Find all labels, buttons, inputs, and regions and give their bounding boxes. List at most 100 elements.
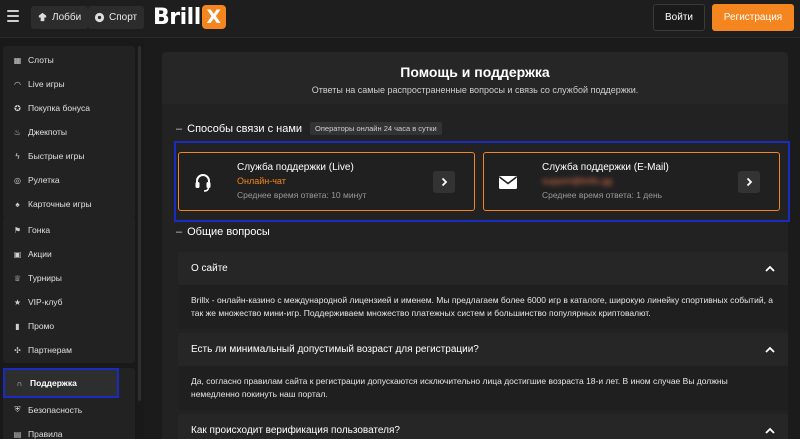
sidebar-item-label: Правила: [28, 429, 63, 439]
sidebar-scrollbar[interactable]: [138, 46, 141, 401]
email-support-address[interactable]: support@brillx.gg: [542, 176, 612, 186]
chevron-up-icon[interactable]: [764, 344, 776, 356]
faq-item: Есть ли минимальный допустимый возраст д…: [178, 333, 788, 410]
sidebar-item-label: Быстрые игры: [28, 151, 85, 161]
headset-icon: [195, 174, 211, 192]
trophy-icon: ♕: [13, 273, 22, 283]
sidebar-item-bonus-buy[interactable]: ✪ Покупка бонуса: [3, 96, 135, 120]
page-title: Помощь и поддержка: [400, 64, 550, 80]
sidebar-item-fast-games[interactable]: ϟ Быстрые игры: [3, 144, 135, 168]
flag-icon: ⚑: [13, 225, 22, 235]
sidebar-group-promo: ⚑ Гонка ▣ Акции ♕ Турниры ★ VIP-клуб ▮ Промо …: [3, 217, 135, 363]
lightning-icon: ϟ: [15, 151, 20, 161]
live-support-arrow[interactable]: [433, 171, 455, 193]
lobby-label: Лобби: [52, 12, 82, 23]
promo-icon: ▮: [15, 321, 20, 331]
sidebar-item-label: Поддержка: [30, 378, 77, 388]
faq-question-text: Как происходит верификация пользователя?: [191, 425, 400, 436]
sidebar-item-slots[interactable]: ▦ Слоты: [3, 48, 135, 72]
contact-section-title-text: Способы связи с нами: [187, 122, 303, 135]
mail-icon: [499, 176, 517, 189]
faq-item: Как происходит верификация пользователя?: [178, 414, 788, 439]
sidebar-item-label: Рулетка: [28, 175, 60, 185]
sidebar-item-security[interactable]: ⛨ Безопасность: [3, 398, 135, 422]
sport-label: Спорт: [109, 12, 138, 23]
sidebar-item-label: Турниры: [28, 273, 62, 283]
headphones-icon: ◠: [14, 79, 21, 89]
brillx-logo[interactable]: Brill X: [153, 4, 226, 30]
sidebar-item-card-games[interactable]: ♠ Карточные игры: [3, 192, 135, 216]
faq-question[interactable]: Как происходит верификация пользователя?: [178, 414, 788, 439]
chevron-up-icon[interactable]: [764, 263, 776, 275]
sidebar-item-jackpots[interactable]: ♨ Джекпоты: [3, 120, 135, 144]
logo-text: Brill: [153, 4, 201, 30]
email-support-card[interactable]: Служба поддержки (E-Mail) support@brillx…: [483, 152, 780, 211]
sidebar-group-info: ∩ Поддержка ⛨ Безопасность ▤ Правила: [3, 368, 135, 439]
register-button[interactable]: Регистрация: [712, 4, 794, 31]
contact-methods: Служба поддержки (Live) Онлайн-чат Средн…: [174, 141, 790, 222]
sidebar-item-label: Промо: [28, 321, 55, 331]
faq-section-title-text: Общие вопросы: [187, 226, 270, 238]
support-icon: ∩: [16, 378, 23, 388]
logo-x-mark: X: [201, 5, 226, 29]
faq-question[interactable]: Есть ли минимальный допустимый возраст д…: [178, 333, 788, 366]
sidebar-item-promo[interactable]: ▮ Промо: [3, 314, 135, 338]
slot-icon: ▦: [13, 55, 22, 65]
sidebar-group-games: ▦ Слоты ◠ Live игры ✪ Покупка бонуса ♨ Джекп…: [3, 46, 135, 218]
sidebar-item-label: Джекпоты: [28, 127, 68, 137]
live-support-status: Онлайн-чат: [237, 176, 286, 186]
sport-button[interactable]: Спорт: [88, 6, 145, 29]
sidebar-item-label: Покупка бонуса: [28, 103, 90, 113]
menu-icon[interactable]: [7, 10, 19, 22]
sidebar-item-label: Live игры: [28, 79, 65, 89]
contact-section-title: – Способы связи с нами Операторы онлайн …: [176, 122, 442, 135]
login-button[interactable]: Войти: [653, 4, 705, 31]
gift-icon: ▣: [13, 249, 22, 259]
page-subtitle: Ответы на самые распространенные вопросы…: [311, 85, 639, 95]
star-icon: ★: [13, 297, 22, 307]
chevron-up-icon[interactable]: [764, 425, 776, 437]
email-support-arrow[interactable]: [738, 171, 760, 193]
faq-answer: Да, согласно правилам сайта к регистраци…: [178, 366, 788, 410]
faq-item: О сайте Brillx - онлайн-казино с междуна…: [178, 252, 788, 329]
sidebar-item-label: Карточные игры: [28, 199, 92, 209]
lobby-button[interactable]: Лобби: [31, 6, 89, 29]
top-header: Лобби Спорт Brill X Войти Регистрация: [0, 0, 800, 38]
sidebar-item-live[interactable]: ◠ Live игры: [3, 72, 135, 96]
sidebar-item-roulette[interactable]: ◎ Рулетка: [3, 168, 135, 192]
operators-online-badge: Операторы онлайн 24 часа в сутки: [310, 122, 442, 135]
sidebar-item-race[interactable]: ⚑ Гонка: [3, 218, 135, 242]
soccer-ball-icon: [94, 12, 105, 23]
faq-answer: Brillx - онлайн-казино с международной л…: [178, 285, 788, 329]
sidebar-item-label: Слоты: [28, 55, 54, 65]
email-support-response-time: Среднее время ответа: 1 день: [542, 190, 663, 200]
live-support-response-time: Среднее время ответа: 10 минут: [237, 190, 367, 200]
roulette-icon: ◎: [14, 175, 21, 185]
rules-icon: ▤: [13, 429, 22, 439]
chevron-right-icon: [746, 177, 753, 187]
sidebar-item-rules[interactable]: ▤ Правила: [3, 422, 135, 439]
sidebar-item-label: Партнерам: [28, 345, 72, 355]
sidebar-item-label: Безопасность: [28, 405, 83, 415]
lobby-icon: [38, 12, 47, 22]
sidebar-item-label: Гонка: [28, 225, 51, 235]
faq-question-text: О сайте: [191, 263, 228, 274]
email-support-title: Служба поддержки (E-Mail): [542, 162, 669, 173]
sidebar-item-support[interactable]: ∩ Поддержка: [3, 368, 119, 398]
sidebar-item-promotions[interactable]: ▣ Акции: [3, 242, 135, 266]
cards-icon: ♠: [15, 199, 20, 209]
faq-section-title: – Общие вопросы: [176, 226, 270, 238]
sidebar: ▦ Слоты ◠ Live игры ✪ Покупка бонуса ♨ Джекп…: [0, 38, 144, 439]
live-support-card[interactable]: Служба поддержки (Live) Онлайн-чат Средн…: [178, 152, 475, 211]
partners-icon: ✣: [14, 345, 21, 355]
sidebar-item-tournaments[interactable]: ♕ Турниры: [3, 266, 135, 290]
page-header: Помощь и поддержка Ответы на самые распр…: [162, 52, 788, 104]
faq-question[interactable]: О сайте: [178, 252, 788, 285]
live-support-title: Служба поддержки (Live): [237, 162, 354, 173]
bonus-icon: ✪: [14, 103, 21, 113]
sidebar-item-vip[interactable]: ★ VIP-клуб: [3, 290, 135, 314]
shield-icon: ⛨: [14, 405, 21, 414]
sidebar-item-partners[interactable]: ✣ Партнерам: [3, 338, 135, 362]
fire-icon: ♨: [13, 127, 22, 137]
chevron-right-icon: [441, 177, 448, 187]
